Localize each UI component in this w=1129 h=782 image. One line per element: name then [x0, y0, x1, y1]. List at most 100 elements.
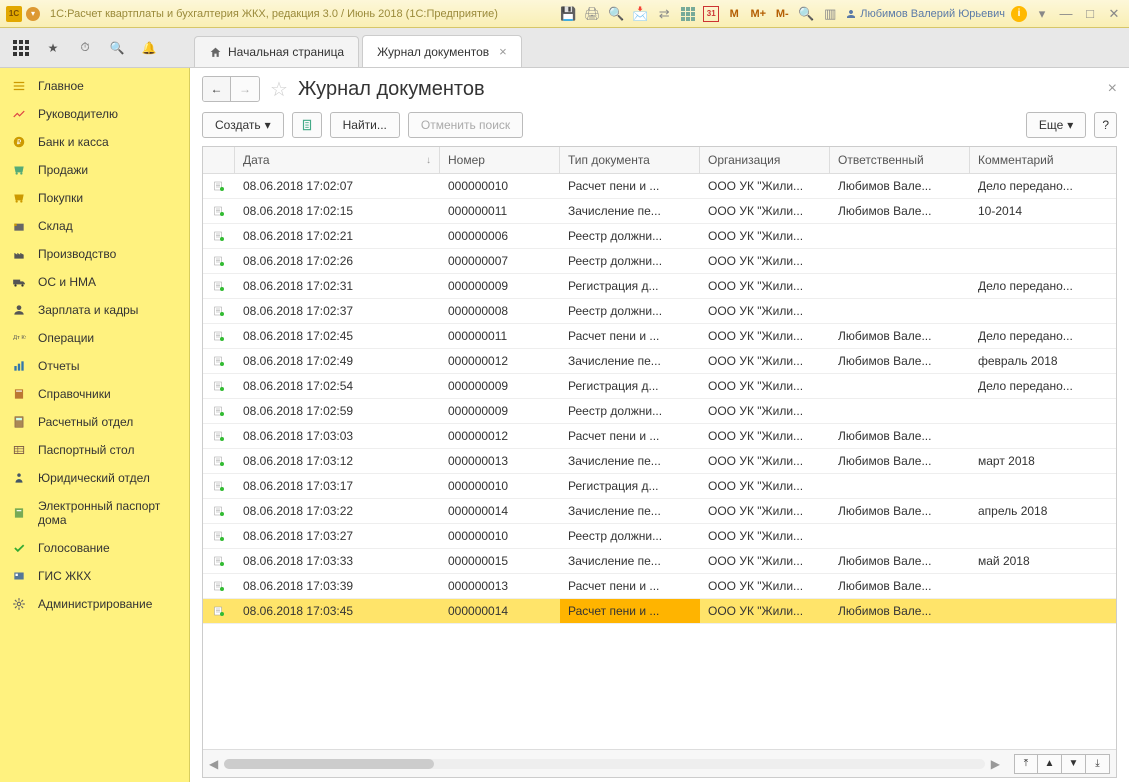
sidebar-item-factory[interactable]: Производство — [0, 240, 189, 268]
sidebar-item-trend[interactable]: Руководителю — [0, 100, 189, 128]
col-number[interactable]: Номер — [440, 147, 560, 173]
m-icon[interactable]: M — [725, 5, 743, 23]
current-user[interactable]: Любимов Валерий Юрьевич — [845, 8, 1005, 20]
search-icon[interactable]: 🔍 — [108, 39, 126, 57]
maximize-icon[interactable]: □ — [1081, 5, 1099, 23]
goto-first-button[interactable]: ⤒ — [1014, 754, 1038, 774]
nav-forward-button[interactable]: → — [231, 77, 259, 101]
sidebar-item-calc[interactable]: Расчетный отдел — [0, 408, 189, 436]
cancel-search-button[interactable]: Отменить поиск — [408, 112, 523, 138]
sidebar-item-table[interactable]: Паспортный стол — [0, 436, 189, 464]
goto-down-button[interactable]: ▼ — [1062, 754, 1086, 774]
table-row[interactable]: 08.06.2018 17:03:12000000013Зачисление п… — [203, 449, 1116, 474]
goto-last-button[interactable]: ⤓ — [1086, 754, 1110, 774]
row-status-icon — [203, 449, 235, 473]
sidebar-item-vote[interactable]: Голосование — [0, 534, 189, 562]
mail-icon[interactable]: 📩 — [631, 5, 649, 23]
sidebar-item-person[interactable]: Зарплата и кадры — [0, 296, 189, 324]
tab-начальная-страница[interactable]: Начальная страница — [194, 36, 359, 67]
sidebar-item-store[interactable]: Склад — [0, 212, 189, 240]
app-dropdown-icon[interactable]: ▾ — [26, 7, 40, 21]
history-icon[interactable]: ⏱ — [76, 39, 94, 57]
calc-icon[interactable] — [679, 5, 697, 23]
table-row[interactable]: 08.06.2018 17:03:03000000012Расчет пени … — [203, 424, 1116, 449]
col-org[interactable]: Организация — [700, 147, 830, 173]
sidebar-item-ops[interactable]: Дт КтОперации — [0, 324, 189, 352]
col-comment[interactable]: Комментарий — [970, 147, 1116, 173]
close-window-icon[interactable]: ✕ — [1105, 5, 1123, 23]
table-row[interactable]: 08.06.2018 17:02:45000000011Расчет пени … — [203, 324, 1116, 349]
close-page-icon[interactable]: × — [1108, 80, 1117, 98]
apps-icon[interactable] — [12, 39, 30, 57]
notifications-icon[interactable]: 🔔 — [140, 39, 158, 57]
calendar-icon[interactable]: 31 — [703, 6, 719, 22]
sidebar-item-lawyer[interactable]: Юридический отдел — [0, 464, 189, 492]
table-row[interactable]: 08.06.2018 17:03:39000000013Расчет пени … — [203, 574, 1116, 599]
scroll-right-icon[interactable]: ▶ — [991, 757, 1000, 771]
table-row[interactable]: 08.06.2018 17:02:37000000008Реестр должн… — [203, 299, 1116, 324]
cell-resp: Любимов Вале... — [830, 499, 970, 523]
print-icon[interactable]: 🖨 — [583, 5, 601, 23]
table-row[interactable]: 08.06.2018 17:02:07000000010Расчет пени … — [203, 174, 1116, 199]
copy-button[interactable] — [292, 112, 322, 138]
sidebar-item-cart2[interactable]: Покупки — [0, 184, 189, 212]
table-row[interactable]: 08.06.2018 17:02:59000000009Реестр должн… — [203, 399, 1116, 424]
h-scrollbar[interactable] — [224, 759, 985, 769]
find-button[interactable]: Найти... — [330, 112, 400, 138]
table-row[interactable]: 08.06.2018 17:02:21000000006Реестр должн… — [203, 224, 1116, 249]
zoom-icon[interactable]: 🔍 — [797, 5, 815, 23]
help-button[interactable]: ? — [1094, 112, 1117, 138]
sidebar-item-menu[interactable]: Главное — [0, 72, 189, 100]
info-icon[interactable]: i — [1011, 6, 1027, 22]
cell-resp: Любимов Вале... — [830, 324, 970, 348]
table-row[interactable]: 08.06.2018 17:02:54000000009Регистрация … — [203, 374, 1116, 399]
sidebar-item-book[interactable]: Справочники — [0, 380, 189, 408]
col-type[interactable]: Тип документа — [560, 147, 700, 173]
table-row[interactable]: 08.06.2018 17:03:22000000014Зачисление п… — [203, 499, 1116, 524]
sidebar-item-epass[interactable]: Электронный паспорт дома — [0, 492, 189, 534]
table-row[interactable]: 08.06.2018 17:03:27000000010Реестр должн… — [203, 524, 1116, 549]
m-plus-icon[interactable]: M+ — [749, 5, 767, 23]
table-row[interactable]: 08.06.2018 17:02:49000000012Зачисление п… — [203, 349, 1116, 374]
sidebar-item-gis[interactable]: ГИС ЖКХ — [0, 562, 189, 590]
table-row[interactable]: 08.06.2018 17:03:45000000014Расчет пени … — [203, 599, 1116, 624]
table-row[interactable]: 08.06.2018 17:02:26000000007Реестр должн… — [203, 249, 1116, 274]
favorites-icon[interactable]: ★ — [44, 39, 62, 57]
col-icon[interactable] — [203, 147, 235, 173]
table-row[interactable]: 08.06.2018 17:02:15000000011Зачисление п… — [203, 199, 1116, 224]
tab-журнал-документов[interactable]: Журнал документов× — [362, 35, 522, 67]
panels-icon[interactable]: ▥ — [821, 5, 839, 23]
table-footer: ◀ ▶ ⤒ ▲ ▼ ⤓ — [203, 749, 1116, 777]
goto-up-button[interactable]: ▲ — [1038, 754, 1062, 774]
more-button[interactable]: Еще▾ — [1026, 112, 1086, 138]
preview-icon[interactable]: 🔍 — [607, 5, 625, 23]
col-resp[interactable]: Ответственный — [830, 147, 970, 173]
book-icon — [10, 387, 28, 401]
col-date[interactable]: Дата↓ — [235, 147, 440, 173]
table-row[interactable]: 08.06.2018 17:03:17000000010Регистрация … — [203, 474, 1116, 499]
sidebar-item-truck[interactable]: ОС и НМА — [0, 268, 189, 296]
sidebar-item-gear[interactable]: Администрирование — [0, 590, 189, 618]
tab-close-icon[interactable]: × — [499, 44, 507, 59]
sidebar-item-cart[interactable]: Продажи — [0, 156, 189, 184]
compare-icon[interactable]: ⇄ — [655, 5, 673, 23]
minimize-icon[interactable]: — — [1057, 5, 1075, 23]
sidebar-item-bars[interactable]: Отчеты — [0, 352, 189, 380]
create-button[interactable]: Создать▾ — [202, 112, 284, 138]
cell-date: 08.06.2018 17:03:17 — [235, 474, 440, 498]
table-row[interactable]: 08.06.2018 17:03:33000000015Зачисление п… — [203, 549, 1116, 574]
table-row[interactable]: 08.06.2018 17:02:31000000009Регистрация … — [203, 274, 1116, 299]
save-icon[interactable]: 💾 — [559, 5, 577, 23]
m-minus-icon[interactable]: M- — [773, 5, 791, 23]
cart2-icon — [10, 191, 28, 205]
favorite-star-icon[interactable]: ☆ — [270, 77, 288, 102]
info-dropdown-icon[interactable]: ▾ — [1033, 5, 1051, 23]
cell-type: Расчет пени и ... — [560, 599, 700, 623]
cell-number: 000000009 — [440, 399, 560, 423]
nav-back-button[interactable]: ← — [203, 77, 231, 101]
cell-resp: Любимов Вале... — [830, 199, 970, 223]
scroll-left-icon[interactable]: ◀ — [209, 757, 218, 771]
table-header: Дата↓ Номер Тип документа Организация От… — [203, 147, 1116, 174]
cell-date: 08.06.2018 17:02:54 — [235, 374, 440, 398]
sidebar-item-ruble[interactable]: ₽Банк и касса — [0, 128, 189, 156]
